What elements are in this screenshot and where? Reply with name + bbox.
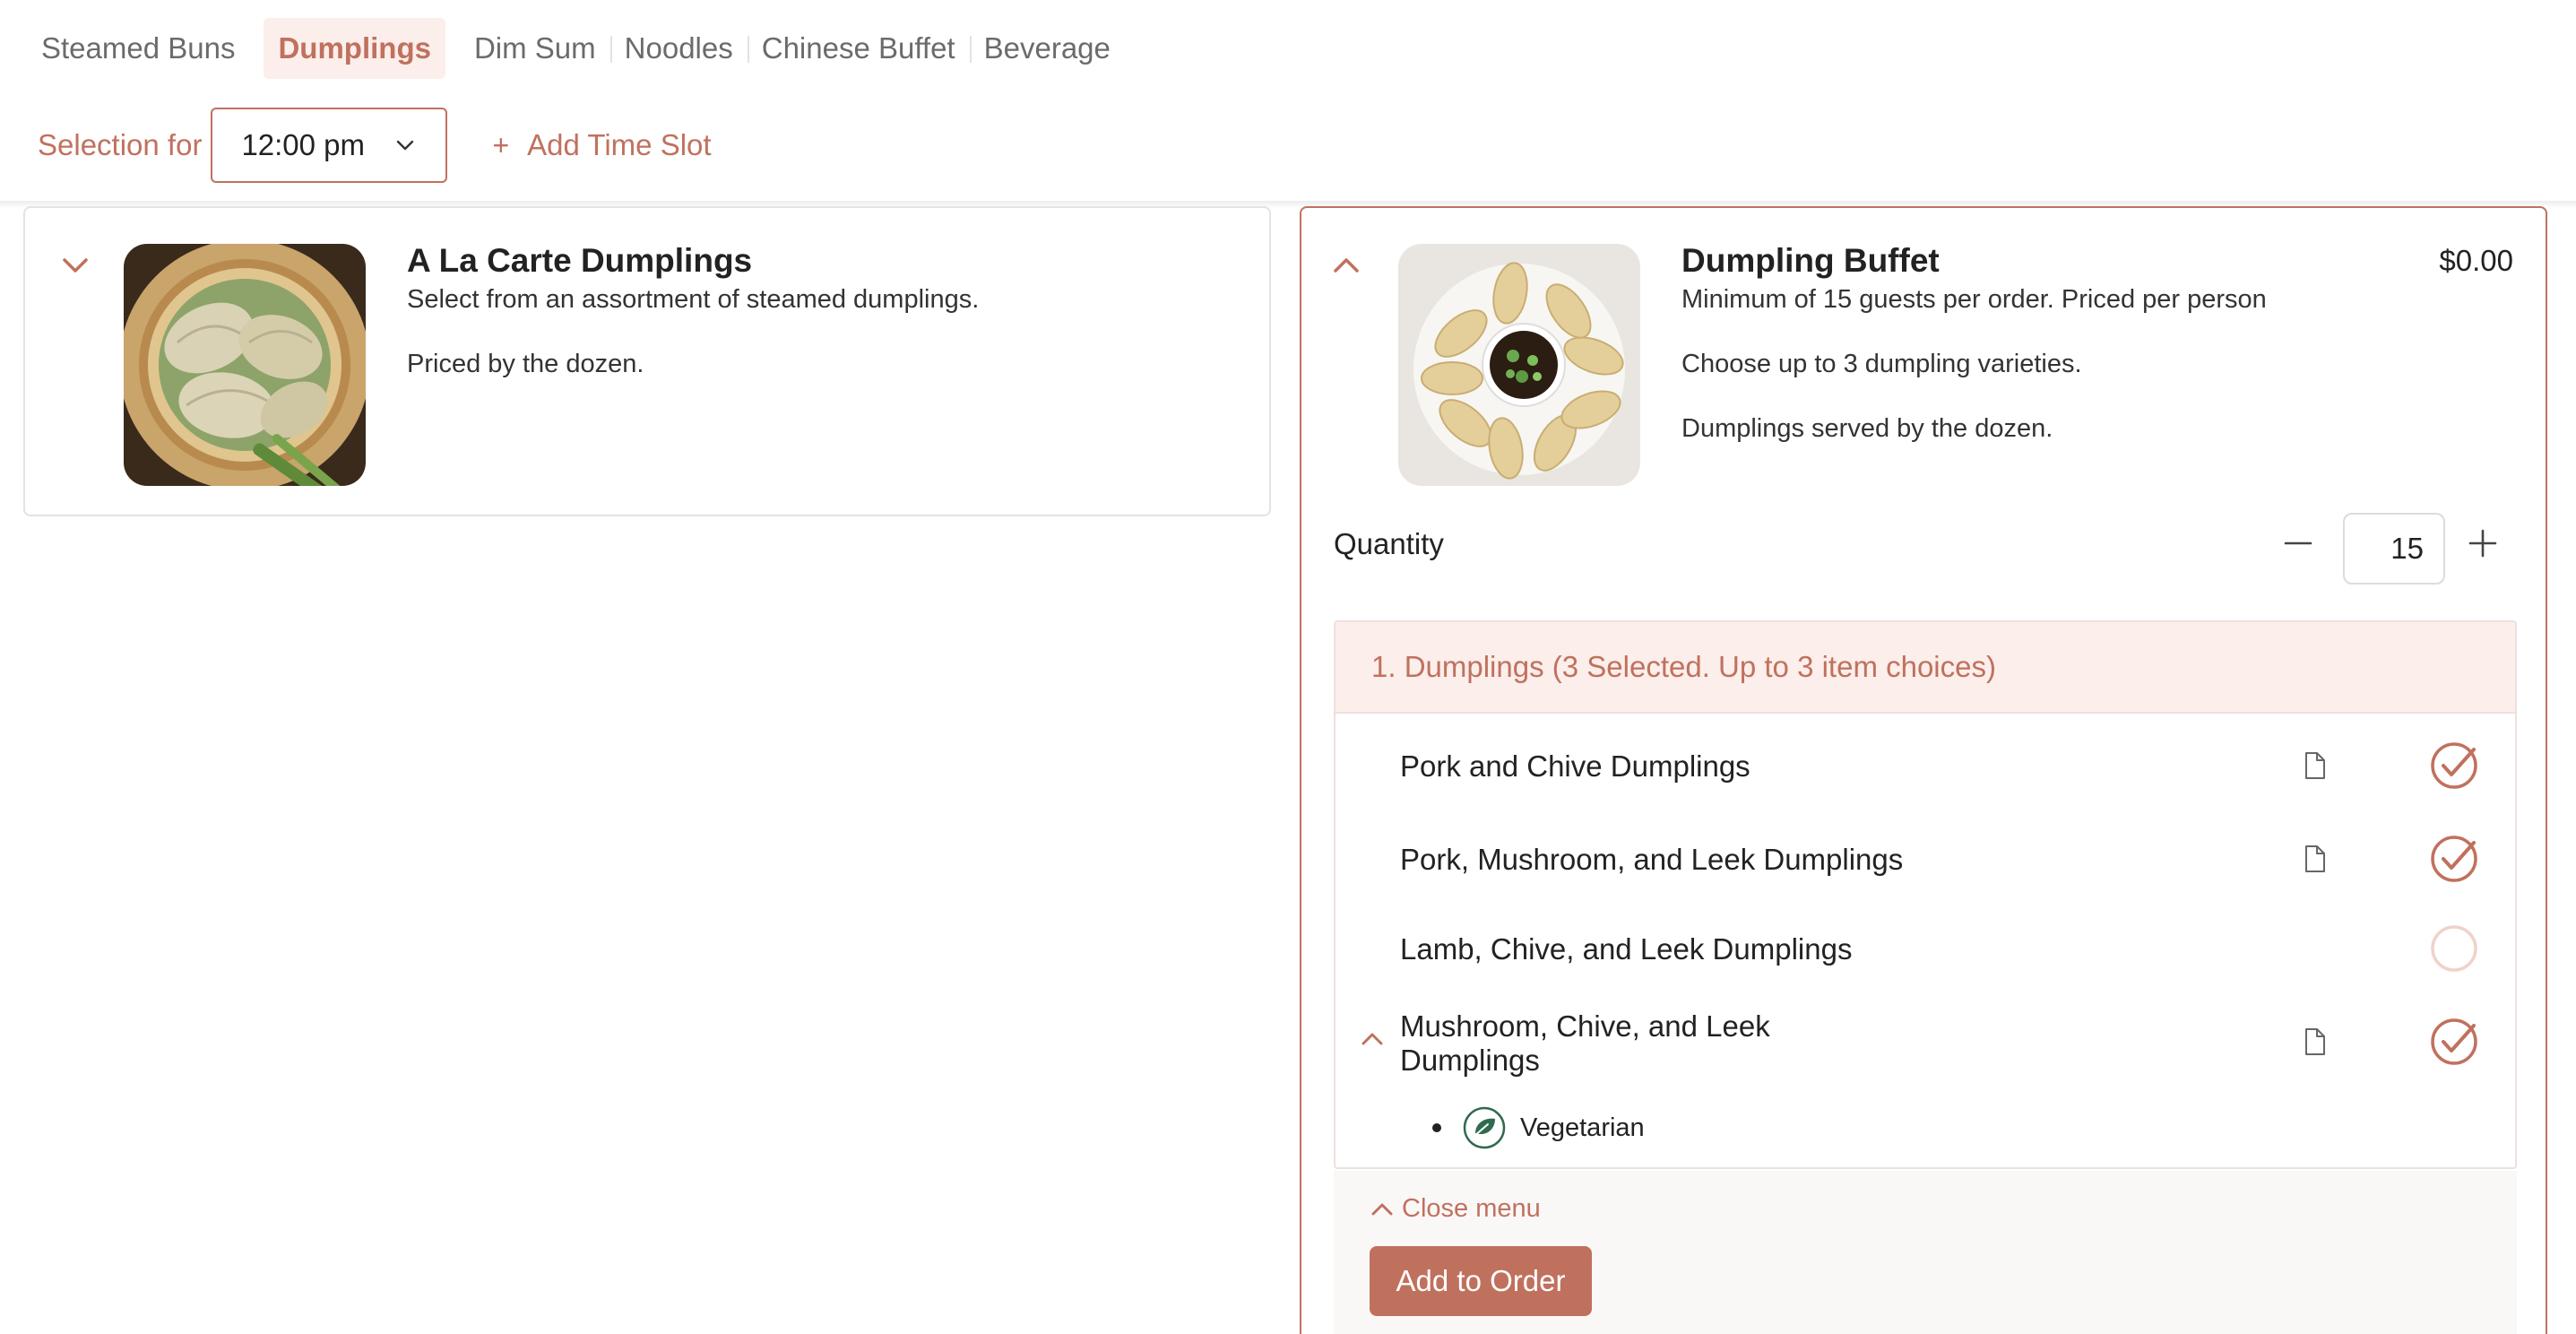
item-description-choices: Choose up to 3 dumpling varieties. <box>1681 350 2082 378</box>
add-time-slot-button[interactable]: + Add Time Slot <box>492 128 711 162</box>
plus-icon[interactable] <box>2465 525 2501 561</box>
item-description-note: Priced by the dozen. <box>407 350 644 378</box>
tab-beverage[interactable]: Beverage <box>969 18 1125 79</box>
checked-circle-icon[interactable] <box>2429 1017 2479 1067</box>
minus-icon[interactable] <box>2280 525 2316 561</box>
checked-circle-icon[interactable] <box>2429 834 2479 884</box>
tab-dumplings[interactable]: Dumplings <box>264 18 445 79</box>
time-slot-value: 12:00 pm <box>241 128 366 161</box>
quantity-label: Quantity <box>1334 527 1444 560</box>
chevron-down-icon <box>397 140 414 151</box>
option-name: Mushroom, Chive, and Leek <box>1400 1009 1770 1043</box>
unchecked-circle-icon[interactable] <box>2429 923 2479 974</box>
selection-row: Selection for 12:00 pm + Add Time Slot <box>38 108 712 183</box>
item-card-a-la-carte-dumplings[interactable]: A La Carte Dumplings Select from an asso… <box>23 206 1271 516</box>
close-menu-button[interactable]: Close menu <box>1370 1194 1541 1224</box>
tab-steamed-buns[interactable]: Steamed Buns <box>27 18 249 79</box>
chevron-down-icon[interactable] <box>57 247 93 283</box>
add-time-slot-label: Add Time Slot <box>527 128 712 161</box>
item-description-note: Dumplings served by the dozen. <box>1681 414 2053 443</box>
chevron-up-icon[interactable] <box>1328 247 1364 283</box>
category-tabs: Steamed Buns Dumplings Dim Sum Noodles C… <box>27 18 1125 79</box>
time-slot-select[interactable]: 12:00 pm <box>211 108 448 183</box>
item-description: Select from an assortment of steamed dum… <box>407 285 980 314</box>
item-description: Minimum of 15 guests per order. Priced p… <box>1681 285 2267 314</box>
checked-circle-icon[interactable] <box>2429 741 2479 791</box>
quantity-input[interactable]: 15 <box>2343 513 2445 585</box>
option-name: Pork, Mushroom, and Leek Dumplings <box>1400 843 1904 876</box>
option-row[interactable]: Pork and Chive Dumplings <box>1336 726 2515 807</box>
plus-icon: + <box>492 128 510 161</box>
dietary-tag-label: Vegetarian <box>1520 1113 1645 1142</box>
dumpling-platter-image <box>1398 244 1640 486</box>
document-icon[interactable] <box>2304 1027 2327 1056</box>
item-footer: Close menu Add to Order <box>1334 1171 2517 1334</box>
dietary-tag: Vegetarian <box>1432 1106 1645 1149</box>
chevron-up-icon[interactable] <box>1359 1026 1386 1052</box>
item-card-dumpling-buffet: Dumpling Buffet $0.00 Minimum of 15 gues… <box>1300 206 2547 1334</box>
add-to-order-button[interactable]: Add to Order <box>1370 1246 1592 1316</box>
option-row[interactable]: Mushroom, Chive, and Leek Dumplings <box>1336 999 2515 1097</box>
tab-dim-sum[interactable]: Dim Sum <box>460 18 610 79</box>
item-title: A La Carte Dumplings <box>407 242 753 279</box>
option-group-header: 1. Dumplings (3 Selected. Up to 3 item c… <box>1336 622 2515 714</box>
bullet <box>1432 1123 1441 1132</box>
selection-label: Selection for <box>38 128 203 161</box>
item-title: Dumpling Buffet <box>1681 242 1940 279</box>
close-menu-label: Close menu <box>1402 1194 1541 1223</box>
option-name: Pork and Chive Dumplings <box>1400 749 1750 783</box>
chevron-up-icon <box>1371 1203 1393 1215</box>
document-icon[interactable] <box>2304 751 2327 780</box>
option-row[interactable]: Pork, Mushroom, and Leek Dumplings <box>1336 819 2515 900</box>
tab-chinese-buffet[interactable]: Chinese Buffet <box>747 18 970 79</box>
leaf-icon <box>1463 1106 1506 1149</box>
tab-noodles[interactable]: Noodles <box>609 18 748 79</box>
item-price: $0.00 <box>2439 244 2513 277</box>
option-row[interactable]: Lamb, Chive, and Leek Dumplings <box>1336 909 2515 990</box>
steamed-dumplings-image <box>124 244 366 486</box>
document-icon[interactable] <box>2304 845 2327 873</box>
option-name: Lamb, Chive, and Leek Dumplings <box>1400 932 1853 966</box>
option-name-continued: Dumplings <box>1400 1044 1540 1077</box>
option-group-dumplings: 1. Dumplings (3 Selected. Up to 3 item c… <box>1334 620 2517 1169</box>
